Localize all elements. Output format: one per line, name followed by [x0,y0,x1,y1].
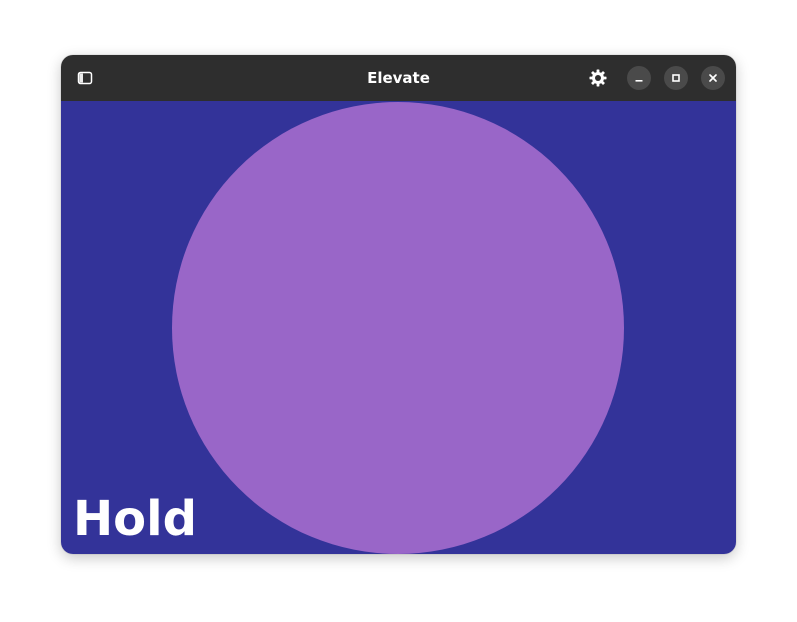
minimize-button[interactable] [627,66,651,90]
maximize-button[interactable] [664,66,688,90]
settings-button[interactable] [586,66,610,90]
elevate-circle[interactable] [172,102,624,554]
minimize-icon [635,80,643,82]
canvas-area[interactable]: Hold [61,101,736,554]
gear-icon [589,69,607,87]
maximize-icon [672,74,680,82]
close-button[interactable] [701,66,725,90]
headerbar: Elevate [61,55,736,101]
hold-label: Hold [73,491,197,547]
close-icon [709,74,717,82]
app-window: Elevate Hold [61,55,736,554]
